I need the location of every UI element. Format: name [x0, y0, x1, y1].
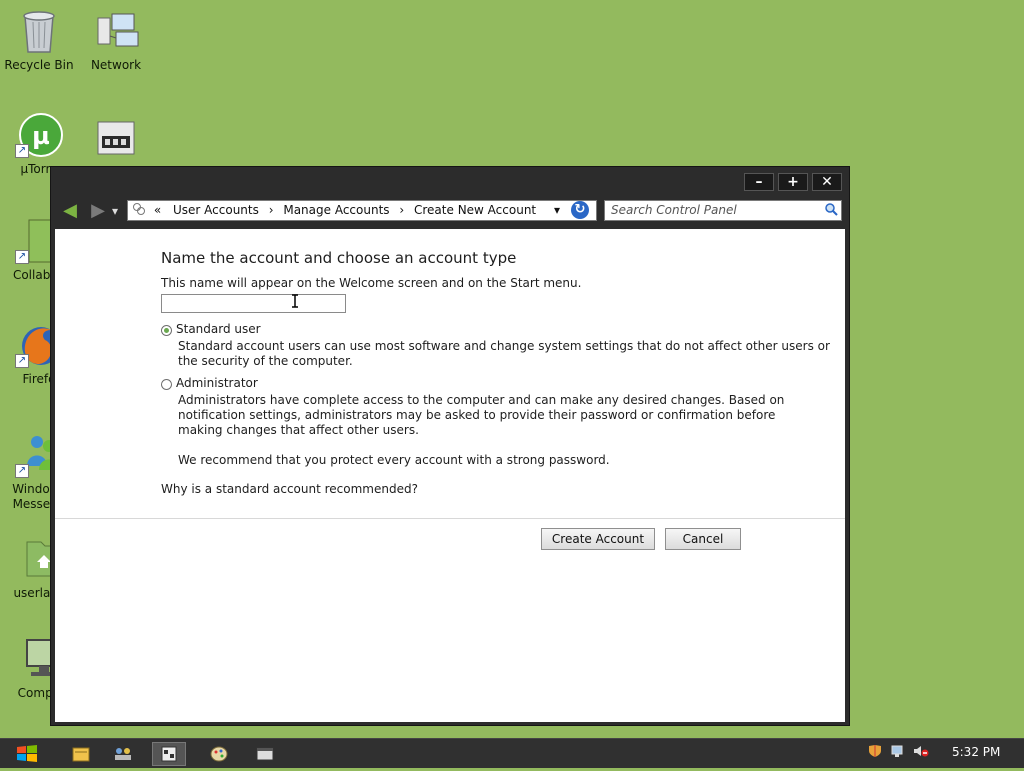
administrator-description: notification settings, administrators ma… — [178, 408, 776, 422]
breadcrumb-separator[interactable]: › — [269, 201, 274, 220]
name-hint: This name will appear on the Welcome scr… — [161, 276, 582, 290]
navigation-bar: ◀ ▶ ▾ « User Accounts › Manage Accounts … — [51, 197, 849, 227]
standard-user-radio[interactable] — [161, 325, 172, 336]
standard-user-description: the security of the computer. — [178, 354, 353, 368]
create-account-button[interactable]: Create Account — [541, 528, 655, 550]
close-button[interactable]: ✕ — [812, 173, 842, 191]
search-icon[interactable] — [825, 203, 838, 216]
shortcut-arrow-icon: ↗ — [15, 144, 29, 158]
standard-user-label[interactable]: Standard user — [176, 322, 261, 337]
why-standard-link[interactable]: Why is a standard account recommended? — [161, 482, 418, 497]
address-bar[interactable]: « User Accounts › Manage Accounts › Crea… — [127, 200, 597, 221]
taskbar-paint-icon[interactable] — [202, 742, 236, 766]
forward-button[interactable]: ▶ — [88, 201, 108, 221]
minimize-button[interactable]: – — [744, 173, 774, 191]
taskbar-network-icon[interactable] — [106, 742, 140, 766]
address-overflow[interactable]: « — [154, 201, 161, 220]
maximize-button[interactable]: + — [778, 173, 808, 191]
content-pane: Name the account and choose an account t… — [55, 229, 845, 722]
shortcut-arrow-icon: ↗ — [15, 464, 29, 478]
breadcrumb-manage-accounts[interactable]: Manage Accounts — [283, 201, 389, 220]
account-name-input[interactable] — [161, 294, 346, 313]
administrator-description: making changes that affect other users. — [178, 423, 419, 437]
title-bar[interactable]: – + ✕ — [51, 167, 849, 197]
taskbar-window-icon[interactable] — [248, 742, 282, 766]
desktop-icon-label: Recycle Bin — [4, 58, 74, 72]
standard-user-description: Standard account users can use most soft… — [178, 339, 830, 353]
search-placeholder: Search Control Panel — [611, 203, 737, 217]
taskbar-control-panel-icon[interactable] — [152, 742, 186, 766]
password-recommendation: We recommend that you protect every acco… — [178, 453, 610, 467]
administrator-description: Administrators have complete access to t… — [178, 393, 785, 407]
action-center-icon[interactable] — [866, 744, 884, 762]
shortcut-arrow-icon: ↗ — [15, 354, 29, 368]
clock[interactable]: 5:32 PM — [952, 745, 1000, 759]
back-button[interactable]: ◀ — [60, 201, 80, 221]
page-title: Name the account and choose an account t… — [161, 249, 517, 267]
desktop-icon-recycle-bin[interactable]: Recycle Bin — [0, 8, 78, 73]
cancel-button[interactable]: Cancel — [665, 528, 741, 550]
breadcrumb-create-new-account[interactable]: Create New Account — [414, 201, 536, 220]
desktop-icon-network[interactable]: Network — [77, 8, 155, 73]
administrator-radio[interactable] — [161, 379, 172, 390]
address-dropdown-icon[interactable]: ▾ — [554, 201, 560, 220]
refresh-button[interactable]: ↻ — [571, 201, 589, 219]
utorrent-icon: µ ↗ — [15, 112, 63, 158]
volume-muted-icon[interactable] — [912, 744, 930, 762]
network-icon — [92, 8, 140, 54]
search-box[interactable]: Search Control Panel — [604, 200, 842, 221]
start-button[interactable] — [10, 742, 44, 766]
network-tray-icon[interactable] — [889, 744, 907, 762]
divider — [55, 518, 845, 519]
control-panel-icon — [132, 202, 146, 216]
recent-pages-button[interactable]: ▾ — [109, 201, 121, 221]
breadcrumb-separator[interactable]: › — [399, 201, 404, 220]
desktop-icon-label: Network — [90, 58, 142, 72]
control-panel-window: – + ✕ ◀ ▶ ▾ « User Accounts › Manage Acc… — [50, 166, 850, 726]
text-cursor-icon — [290, 294, 300, 308]
taskbar: 5:32 PM — [0, 738, 1024, 768]
taskbar-explorer-icon[interactable] — [64, 742, 98, 766]
svg-text:µ: µ — [32, 122, 50, 150]
shortcut-arrow-icon: ↗ — [15, 250, 29, 264]
desktop-icon-media-device[interactable] — [77, 116, 155, 166]
breadcrumb-user-accounts[interactable]: User Accounts — [173, 201, 259, 220]
media-device-icon — [92, 116, 140, 162]
administrator-label[interactable]: Administrator — [176, 376, 258, 391]
recycle-bin-icon — [15, 8, 63, 54]
